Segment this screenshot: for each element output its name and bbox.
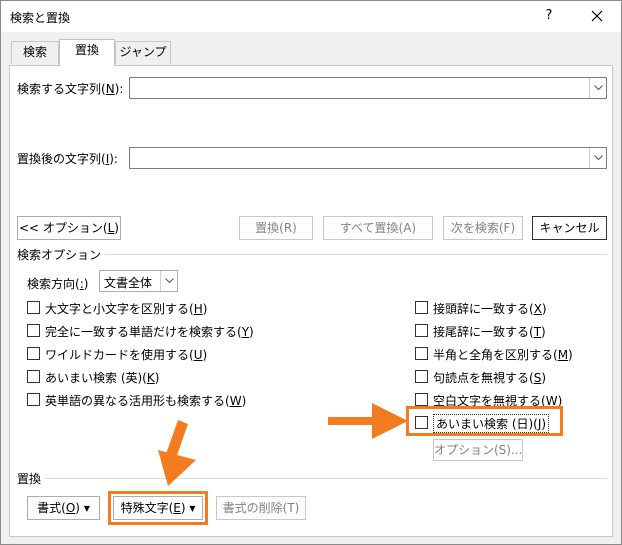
checkbox[interactable]: [415, 370, 428, 383]
format-button[interactable]: 書式(O) ▾: [27, 496, 100, 520]
dropdown-caret-icon: ▾: [83, 501, 90, 515]
replace-button[interactable]: 置換(R): [239, 216, 313, 240]
option-label: 完全に一致する単語だけを検索する(Y): [45, 325, 254, 339]
option-label: 大文字と小文字を区別する(H): [45, 302, 208, 316]
direction-select[interactable]: 文書全体: [99, 270, 178, 292]
option-label: 句読点を無視する(S): [433, 371, 546, 385]
replace-input[interactable]: [129, 147, 607, 169]
checkbox[interactable]: [27, 301, 40, 314]
replace-history-dropdown[interactable]: [589, 148, 606, 168]
find-replace-dialog: 検索と置換 ? 検索 置換 ジャンプ 検索する文字列(N): 置換後の文字列(I…: [0, 0, 622, 545]
option-label: ワイルドカードを使用する(U): [45, 348, 208, 362]
option-label: 接頭辞に一致する(X): [433, 302, 547, 316]
replace-all-button[interactable]: すべて置換(A): [323, 216, 433, 240]
option-label: あいまい検索 (英)(K): [45, 371, 160, 385]
checkbox[interactable]: [415, 347, 428, 360]
search-options-divider: [18, 254, 607, 255]
close-icon: [591, 10, 603, 22]
find-input[interactable]: [129, 77, 607, 99]
replace-group-title: 置換: [17, 470, 46, 487]
option-label: 英単語の異なる活用形も検索する(W): [45, 394, 247, 408]
direction-label: 検索方向(:): [27, 277, 89, 291]
find-history-dropdown[interactable]: [589, 78, 606, 98]
tab-replace[interactable]: 置換: [59, 39, 115, 66]
close-button[interactable]: [581, 3, 613, 29]
direction-value: 文書全体: [104, 276, 153, 290]
cancel-button[interactable]: キャンセル: [532, 216, 607, 240]
help-button[interactable]: ?: [536, 5, 562, 27]
tab-goto[interactable]: ジャンプ: [115, 41, 171, 64]
arrow-down-icon: [158, 420, 196, 486]
checkbox[interactable]: [27, 347, 40, 360]
checkbox[interactable]: [415, 324, 428, 337]
find-next-button[interactable]: 次を検索(F): [443, 216, 523, 240]
checkbox[interactable]: [27, 393, 40, 406]
tab-panel: 検索する文字列(N): 置換後の文字列(I): << オプション(L) 置換(R…: [9, 65, 613, 537]
option-label: 半角と全角を区別する(M): [433, 348, 573, 362]
checkbox[interactable]: [415, 301, 428, 314]
option-label: 接尾辞に一致する(T): [433, 325, 546, 339]
checkbox[interactable]: [27, 370, 40, 383]
find-label: 検索する文字列(N):: [17, 82, 124, 96]
highlight-frame-special: [108, 491, 208, 525]
chevron-down-icon: [594, 85, 603, 91]
checkbox[interactable]: [415, 393, 428, 406]
replace-group-divider: [18, 478, 607, 479]
fuzzy-options-button[interactable]: オプション(S)...: [433, 439, 523, 461]
title-bar: 検索と置換 ?: [1, 1, 621, 32]
checkbox[interactable]: [27, 324, 40, 337]
direction-dropdown-arrow[interactable]: [160, 271, 177, 291]
tab-find[interactable]: 検索: [11, 41, 59, 64]
options-toggle-button[interactable]: << オプション(L): [17, 216, 121, 240]
clear-format-button[interactable]: 書式の削除(T): [216, 496, 306, 520]
chevron-down-icon: [594, 155, 603, 161]
chevron-down-icon: [165, 278, 174, 284]
highlight-frame-fuzzy: [406, 406, 563, 436]
window-title: 検索と置換: [10, 11, 71, 25]
arrow-right-icon: [328, 403, 408, 439]
search-options-title: 検索オプション: [17, 246, 106, 263]
replace-label: 置換後の文字列(I):: [17, 152, 118, 166]
